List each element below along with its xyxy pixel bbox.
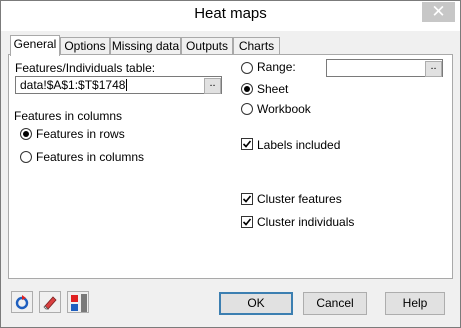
- workbook-radio[interactable]: [241, 103, 253, 115]
- range-label: Range:: [257, 60, 296, 74]
- checkmark-icon: [242, 195, 252, 203]
- tab-general[interactable]: General: [10, 35, 60, 56]
- reset-button[interactable]: [11, 291, 33, 313]
- table-range-browse-button[interactable]: ..: [204, 78, 221, 94]
- table-field-label: Features/Individuals table:: [15, 61, 156, 75]
- toggle-view-button[interactable]: [67, 291, 89, 313]
- range-radio[interactable]: [241, 62, 253, 74]
- checkmark-icon: [242, 140, 252, 148]
- cluster-individuals-checkbox[interactable]: [241, 216, 253, 228]
- labels-included-label: Labels included: [257, 138, 341, 152]
- workbook-label: Workbook: [257, 102, 311, 116]
- tab-charts[interactable]: Charts: [233, 37, 280, 54]
- labels-included-checkbox[interactable]: [241, 138, 253, 150]
- eraser-icon: [43, 296, 57, 310]
- tab-missing-data[interactable]: Missing data: [110, 37, 181, 54]
- text-caret: [126, 79, 128, 91]
- dialog-client-area: General Options Missing data Outputs Cha…: [1, 31, 460, 327]
- checkmark-icon: [242, 218, 252, 226]
- ok-button[interactable]: OK: [219, 292, 293, 315]
- sheet-radio[interactable]: [241, 83, 253, 95]
- cancel-button[interactable]: Cancel: [303, 292, 367, 315]
- help-button[interactable]: Help: [385, 292, 445, 315]
- features-in-columns-radio[interactable]: [20, 151, 32, 163]
- tab-options[interactable]: Options: [60, 37, 110, 54]
- title-bar: Heat maps ✕: [1, 1, 460, 31]
- cluster-features-label: Cluster features: [257, 192, 342, 206]
- features-in-columns-label: Features in columns: [36, 150, 145, 164]
- sheet-label: Sheet: [257, 82, 289, 96]
- table-range-input[interactable]: data!$A$1:$T$1748: [15, 76, 222, 94]
- dialog-title: Heat maps: [194, 5, 267, 22]
- table-range-value: data!$A$1:$T$1748: [20, 78, 126, 92]
- tab-outputs[interactable]: Outputs: [181, 37, 233, 54]
- clear-button[interactable]: [39, 291, 61, 313]
- orientation-group-label: Features in columns: [14, 109, 123, 123]
- toggle-view-icon: [71, 294, 87, 312]
- heat-maps-dialog: Heat maps ✕ General Options Missing data…: [0, 0, 461, 328]
- close-button[interactable]: ✕: [422, 2, 455, 22]
- features-in-rows-label: Features in rows: [36, 127, 125, 141]
- general-tab-panel: Features/Individuals table: data!$A$1:$T…: [8, 54, 453, 279]
- range-browse-button[interactable]: ..: [425, 61, 442, 77]
- features-in-rows-radio[interactable]: [20, 128, 32, 140]
- reset-icon: [15, 295, 29, 310]
- cluster-features-checkbox[interactable]: [241, 193, 253, 205]
- cluster-individuals-label: Cluster individuals: [257, 215, 355, 229]
